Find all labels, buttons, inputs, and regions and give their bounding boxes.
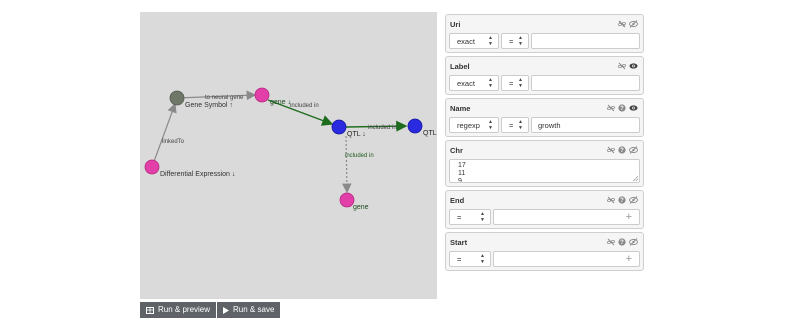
- svg-text:?: ?: [620, 148, 624, 154]
- node-label-gene-symbol: Gene Symbol ↑: [185, 102, 233, 109]
- filter-title-end: End: [450, 195, 465, 205]
- filter-title-label: Label: [450, 61, 470, 71]
- eye-slash-icon[interactable]: [629, 238, 638, 246]
- node-differential-expression[interactable]: Differential Expression ↓: [144, 159, 235, 178]
- eye-slash-icon[interactable]: [629, 196, 638, 204]
- edge-label-to-neural-gene: to neural gene: [205, 95, 244, 101]
- node-label-qtl-1: QTL ↓: [347, 131, 366, 138]
- chr-line-2: 11: [458, 170, 466, 177]
- unlink-icon[interactable]: [618, 20, 626, 28]
- eye-icon[interactable]: [629, 62, 638, 70]
- name-value-input[interactable]: growth: [531, 117, 640, 133]
- question-circle-icon[interactable]: ?: [618, 238, 626, 246]
- chr-line-3: 9: [458, 178, 462, 183]
- name-match-select[interactable]: regexp ▲ ▼: [449, 117, 499, 133]
- graph-svg: linkedTo to neural gene included in incl…: [144, 87, 437, 211]
- select-arrows-icon: ▲ ▼: [518, 35, 523, 47]
- select-arrows-icon: ▲ ▼: [480, 253, 485, 265]
- node-label-qtl-2: QTL: [423, 130, 437, 137]
- filter-panel: Uri exact ▲ ▼ = ▲ ▼ Label exact ▲ ▼ = ▲ ▼: [445, 14, 644, 274]
- unlink-icon[interactable]: [618, 62, 626, 70]
- label-value-input[interactable]: [531, 75, 640, 91]
- play-icon: [223, 306, 230, 314]
- edge-label-included-in-3: included in: [345, 153, 374, 159]
- filter-card-end: End ? = ▲ ▼ +: [445, 190, 644, 229]
- select-arrows-icon: ▲ ▼: [518, 77, 523, 89]
- unlink-icon[interactable]: [607, 146, 615, 154]
- filter-card-uri: Uri exact ▲ ▼ = ▲ ▼: [445, 14, 644, 53]
- select-arrows-icon: ▲ ▼: [488, 35, 493, 47]
- start-operator-select[interactable]: = ▲ ▼: [449, 251, 491, 267]
- filter-title-chr: Chr: [450, 145, 463, 155]
- end-operator-value: =: [457, 212, 462, 222]
- filter-card-start: Start ? = ▲ ▼ +: [445, 232, 644, 271]
- label-operator-select[interactable]: = ▲ ▼: [501, 75, 529, 91]
- label-match-value: exact: [457, 78, 475, 88]
- node-qtl-1[interactable]: QTL ↓: [331, 119, 366, 138]
- name-match-value: regexp: [457, 120, 480, 130]
- chr-line-1: 17: [458, 162, 466, 169]
- uri-operator-select[interactable]: = ▲ ▼: [501, 33, 529, 49]
- chr-textarea[interactable]: 17 11 9: [449, 159, 640, 183]
- run-save-button[interactable]: Run & save: [217, 302, 281, 318]
- node-qtl-2[interactable]: QTL: [407, 118, 437, 137]
- plus-icon[interactable]: +: [626, 211, 632, 224]
- svg-text:?: ?: [620, 240, 624, 246]
- resize-grip-icon[interactable]: [633, 176, 638, 181]
- graph-canvas[interactable]: linkedTo to neural gene included in incl…: [140, 12, 437, 299]
- filter-title-start: Start: [450, 237, 468, 247]
- node-gene-2[interactable]: gene: [339, 192, 369, 211]
- eye-slash-icon[interactable]: [629, 146, 638, 154]
- uri-match-value: exact: [457, 36, 475, 46]
- uri-value-input[interactable]: [531, 33, 640, 49]
- label-operator-value: =: [509, 78, 514, 88]
- select-arrows-icon: ▲ ▼: [518, 119, 523, 131]
- run-save-label: Run & save: [233, 305, 275, 314]
- unlink-icon[interactable]: [607, 196, 615, 204]
- uri-match-select[interactable]: exact ▲ ▼: [449, 33, 499, 49]
- select-arrows-icon: ▲ ▼: [488, 77, 493, 89]
- node-label-gene-1: gene ↓: [270, 99, 291, 106]
- unlink-icon[interactable]: [607, 104, 615, 112]
- filter-title-uri: Uri: [450, 19, 461, 29]
- select-arrows-icon: ▲ ▼: [488, 119, 493, 131]
- label-match-select[interactable]: exact ▲ ▼: [449, 75, 499, 91]
- unlink-icon[interactable]: [607, 238, 615, 246]
- end-number-input[interactable]: +: [493, 209, 640, 225]
- plus-icon[interactable]: +: [626, 253, 632, 266]
- run-buttons: Run & preview Run & save: [140, 302, 282, 318]
- name-operator-value: =: [509, 120, 514, 130]
- node-label-gene-2: gene: [353, 204, 369, 211]
- filter-title-name: Name: [450, 103, 471, 113]
- eye-icon[interactable]: [629, 104, 638, 112]
- uri-operator-value: =: [509, 36, 514, 46]
- filter-card-chr: Chr ? 17 11 9: [445, 140, 644, 187]
- start-operator-value: =: [457, 254, 462, 264]
- svg-text:?: ?: [620, 198, 624, 204]
- question-circle-icon[interactable]: ?: [618, 196, 626, 204]
- filter-card-label: Label exact ▲ ▼ = ▲ ▼: [445, 56, 644, 95]
- start-number-input[interactable]: +: [493, 251, 640, 267]
- name-operator-select[interactable]: = ▲ ▼: [501, 117, 529, 133]
- node-label-differential-expression: Differential Expression ↓: [160, 171, 235, 178]
- question-circle-icon[interactable]: ?: [618, 146, 626, 154]
- question-circle-icon[interactable]: ?: [618, 104, 626, 112]
- filter-card-name: Name ? regexp ▲ ▼ = ▲ ▼ growth: [445, 98, 644, 137]
- run-preview-label: Run & preview: [158, 305, 211, 314]
- end-operator-select[interactable]: = ▲ ▼: [449, 209, 491, 225]
- run-preview-button[interactable]: Run & preview: [140, 302, 217, 318]
- edge-label-included-in-1: included in: [290, 103, 319, 109]
- svg-text:?: ?: [620, 106, 624, 112]
- eye-slash-icon[interactable]: [629, 20, 638, 28]
- edge-qtl-gene[interactable]: [342, 135, 352, 194]
- edge-linkedto[interactable]: [151, 102, 177, 168]
- select-arrows-icon: ▲ ▼: [480, 211, 485, 223]
- edge-label-included-in-2: included in: [368, 125, 397, 131]
- table-icon: [146, 306, 154, 314]
- edge-label-linkedto: linkedTo: [162, 139, 185, 145]
- node-gene-1[interactable]: gene ↓: [254, 87, 291, 106]
